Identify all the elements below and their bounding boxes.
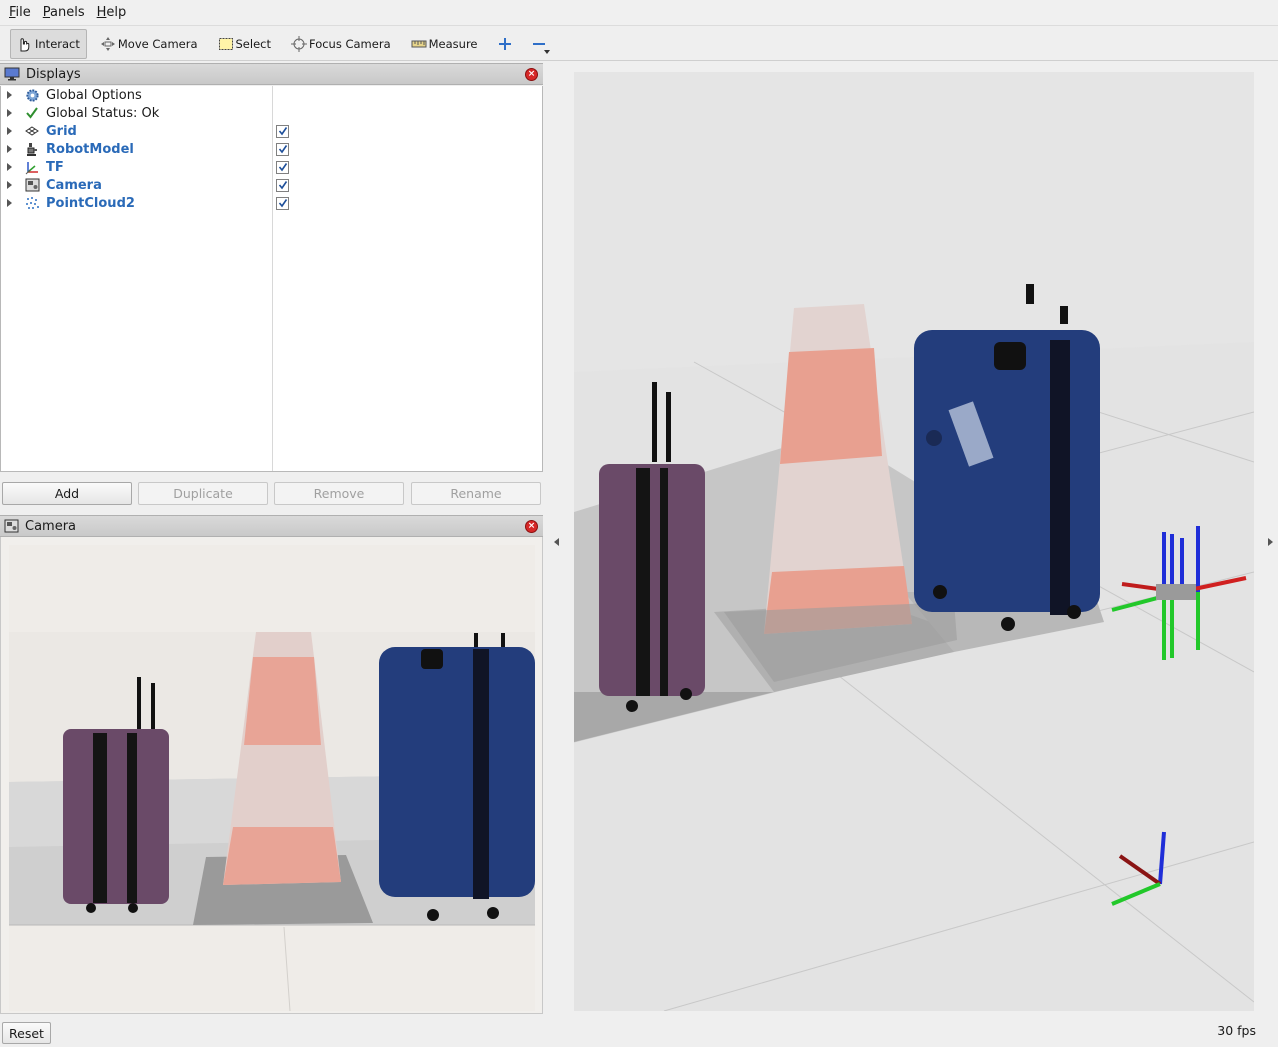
rename-display-button[interactable]: Rename xyxy=(411,482,541,505)
monitor-icon xyxy=(4,67,20,81)
camera-panel-title: Camera xyxy=(25,518,77,534)
hand-pointer-icon xyxy=(20,37,30,51)
tree-item-grid[interactable]: Grid xyxy=(1,122,541,140)
interact-tool-label: Interact xyxy=(35,36,80,51)
camera-image-view[interactable] xyxy=(0,537,543,1014)
menu-panels[interactable]: Panels xyxy=(38,5,90,20)
robot-icon xyxy=(24,141,40,157)
gear-icon xyxy=(24,87,40,103)
tree-item-label: Global Options xyxy=(46,87,142,103)
grid-enabled-checkbox[interactable] xyxy=(276,124,289,138)
camera-enabled-checkbox[interactable] xyxy=(276,178,289,192)
duplicate-display-button[interactable]: Duplicate xyxy=(138,482,268,505)
grid-icon xyxy=(24,123,40,139)
select-tool-label: Select xyxy=(235,36,271,51)
close-icon: × xyxy=(527,521,536,531)
check-icon xyxy=(278,181,287,190)
expand-arrow-icon[interactable] xyxy=(7,127,12,135)
camera-icon xyxy=(4,519,19,533)
axes-icon xyxy=(24,159,40,175)
check-icon xyxy=(278,127,287,136)
collapse-left-arrow-icon[interactable] xyxy=(554,538,559,546)
focus-camera-icon xyxy=(290,35,307,52)
close-icon: × xyxy=(527,69,536,79)
remove-display-button[interactable]: Remove xyxy=(274,482,404,505)
reset-button[interactable]: Reset xyxy=(2,1022,51,1044)
measure-tool-button[interactable]: Measure xyxy=(406,29,485,59)
fps-readout: 30 fps xyxy=(1217,1023,1256,1038)
move-camera-icon xyxy=(100,36,115,51)
expand-arrow-icon[interactable] xyxy=(7,109,12,117)
camera-icon xyxy=(24,177,40,193)
camera-close-button[interactable]: × xyxy=(525,520,538,533)
robotmodel-enabled-checkbox[interactable] xyxy=(276,142,289,156)
menu-file[interactable]: File xyxy=(4,5,36,20)
move-camera-tool-label: Move Camera xyxy=(117,36,198,51)
expand-arrow-icon[interactable] xyxy=(7,181,12,189)
select-rectangle-icon xyxy=(218,37,233,50)
status-bar: Reset 30 fps xyxy=(0,1018,1278,1047)
camera-panel-header: Camera × xyxy=(0,515,543,537)
pointcloud2-enabled-checkbox[interactable] xyxy=(276,196,289,210)
dropdown-arrow-icon xyxy=(543,49,550,54)
expand-arrow-icon[interactable] xyxy=(7,163,12,171)
select-tool-button[interactable]: Select xyxy=(213,29,278,59)
interact-tool-button[interactable]: Interact xyxy=(10,28,87,59)
expand-arrow-icon[interactable] xyxy=(7,91,12,99)
displays-panel-header: Displays × xyxy=(0,63,543,85)
displays-tree: Global Options Global Status: Ok Grid Ro… xyxy=(0,86,543,472)
tree-item-tf[interactable]: TF xyxy=(1,158,541,176)
check-icon xyxy=(278,163,287,172)
check-icon xyxy=(278,199,287,208)
tree-item-label: Grid xyxy=(46,123,77,139)
check-icon xyxy=(278,145,287,154)
menu-bar: File Panels Help xyxy=(0,0,1278,26)
tree-item-label: Camera xyxy=(46,177,102,193)
tree-item-label: PointCloud2 xyxy=(46,195,135,211)
expand-arrow-icon[interactable] xyxy=(7,199,12,207)
collapse-right-arrow-icon[interactable] xyxy=(1268,538,1273,546)
tool-bar: Interact Move Camera Select Focus Camera… xyxy=(0,27,1278,61)
remove-tool-button[interactable] xyxy=(527,29,553,59)
expand-arrow-icon[interactable] xyxy=(7,145,12,153)
menu-help[interactable]: Help xyxy=(92,5,132,20)
tree-item-pointcloud2[interactable]: PointCloud2 xyxy=(1,194,541,212)
tree-item-camera[interactable]: Camera xyxy=(1,176,541,194)
pointcloud-icon xyxy=(24,195,40,211)
tree-item-label: RobotModel xyxy=(46,141,134,157)
add-tool-button[interactable] xyxy=(493,29,519,59)
tree-item-robotmodel[interactable]: RobotModel xyxy=(1,140,541,158)
tree-item-global-options[interactable]: Global Options xyxy=(1,86,541,104)
measure-tool-label: Measure xyxy=(428,36,478,51)
camera-image xyxy=(1,537,542,1013)
tf-enabled-checkbox[interactable] xyxy=(276,160,289,174)
3d-render-view[interactable] xyxy=(574,72,1254,1011)
tree-item-global-status[interactable]: Global Status: Ok xyxy=(1,104,541,122)
tree-item-label: Global Status: Ok xyxy=(46,105,160,121)
ruler-icon xyxy=(411,40,427,47)
displays-button-row: Add Duplicate Remove Rename xyxy=(0,480,543,508)
displays-close-button[interactable]: × xyxy=(525,68,538,81)
minus-icon xyxy=(532,42,545,45)
plus-icon xyxy=(498,37,511,50)
add-display-button[interactable]: Add xyxy=(2,482,132,505)
displays-panel-title: Displays xyxy=(26,66,81,82)
focus-camera-tool-label: Focus Camera xyxy=(308,36,391,51)
tree-item-label: TF xyxy=(46,159,64,175)
3d-scene xyxy=(574,72,1254,1011)
focus-camera-tool-button[interactable]: Focus Camera xyxy=(286,29,398,59)
checkmark-icon xyxy=(24,105,40,121)
move-camera-tool-button[interactable]: Move Camera xyxy=(95,29,205,59)
